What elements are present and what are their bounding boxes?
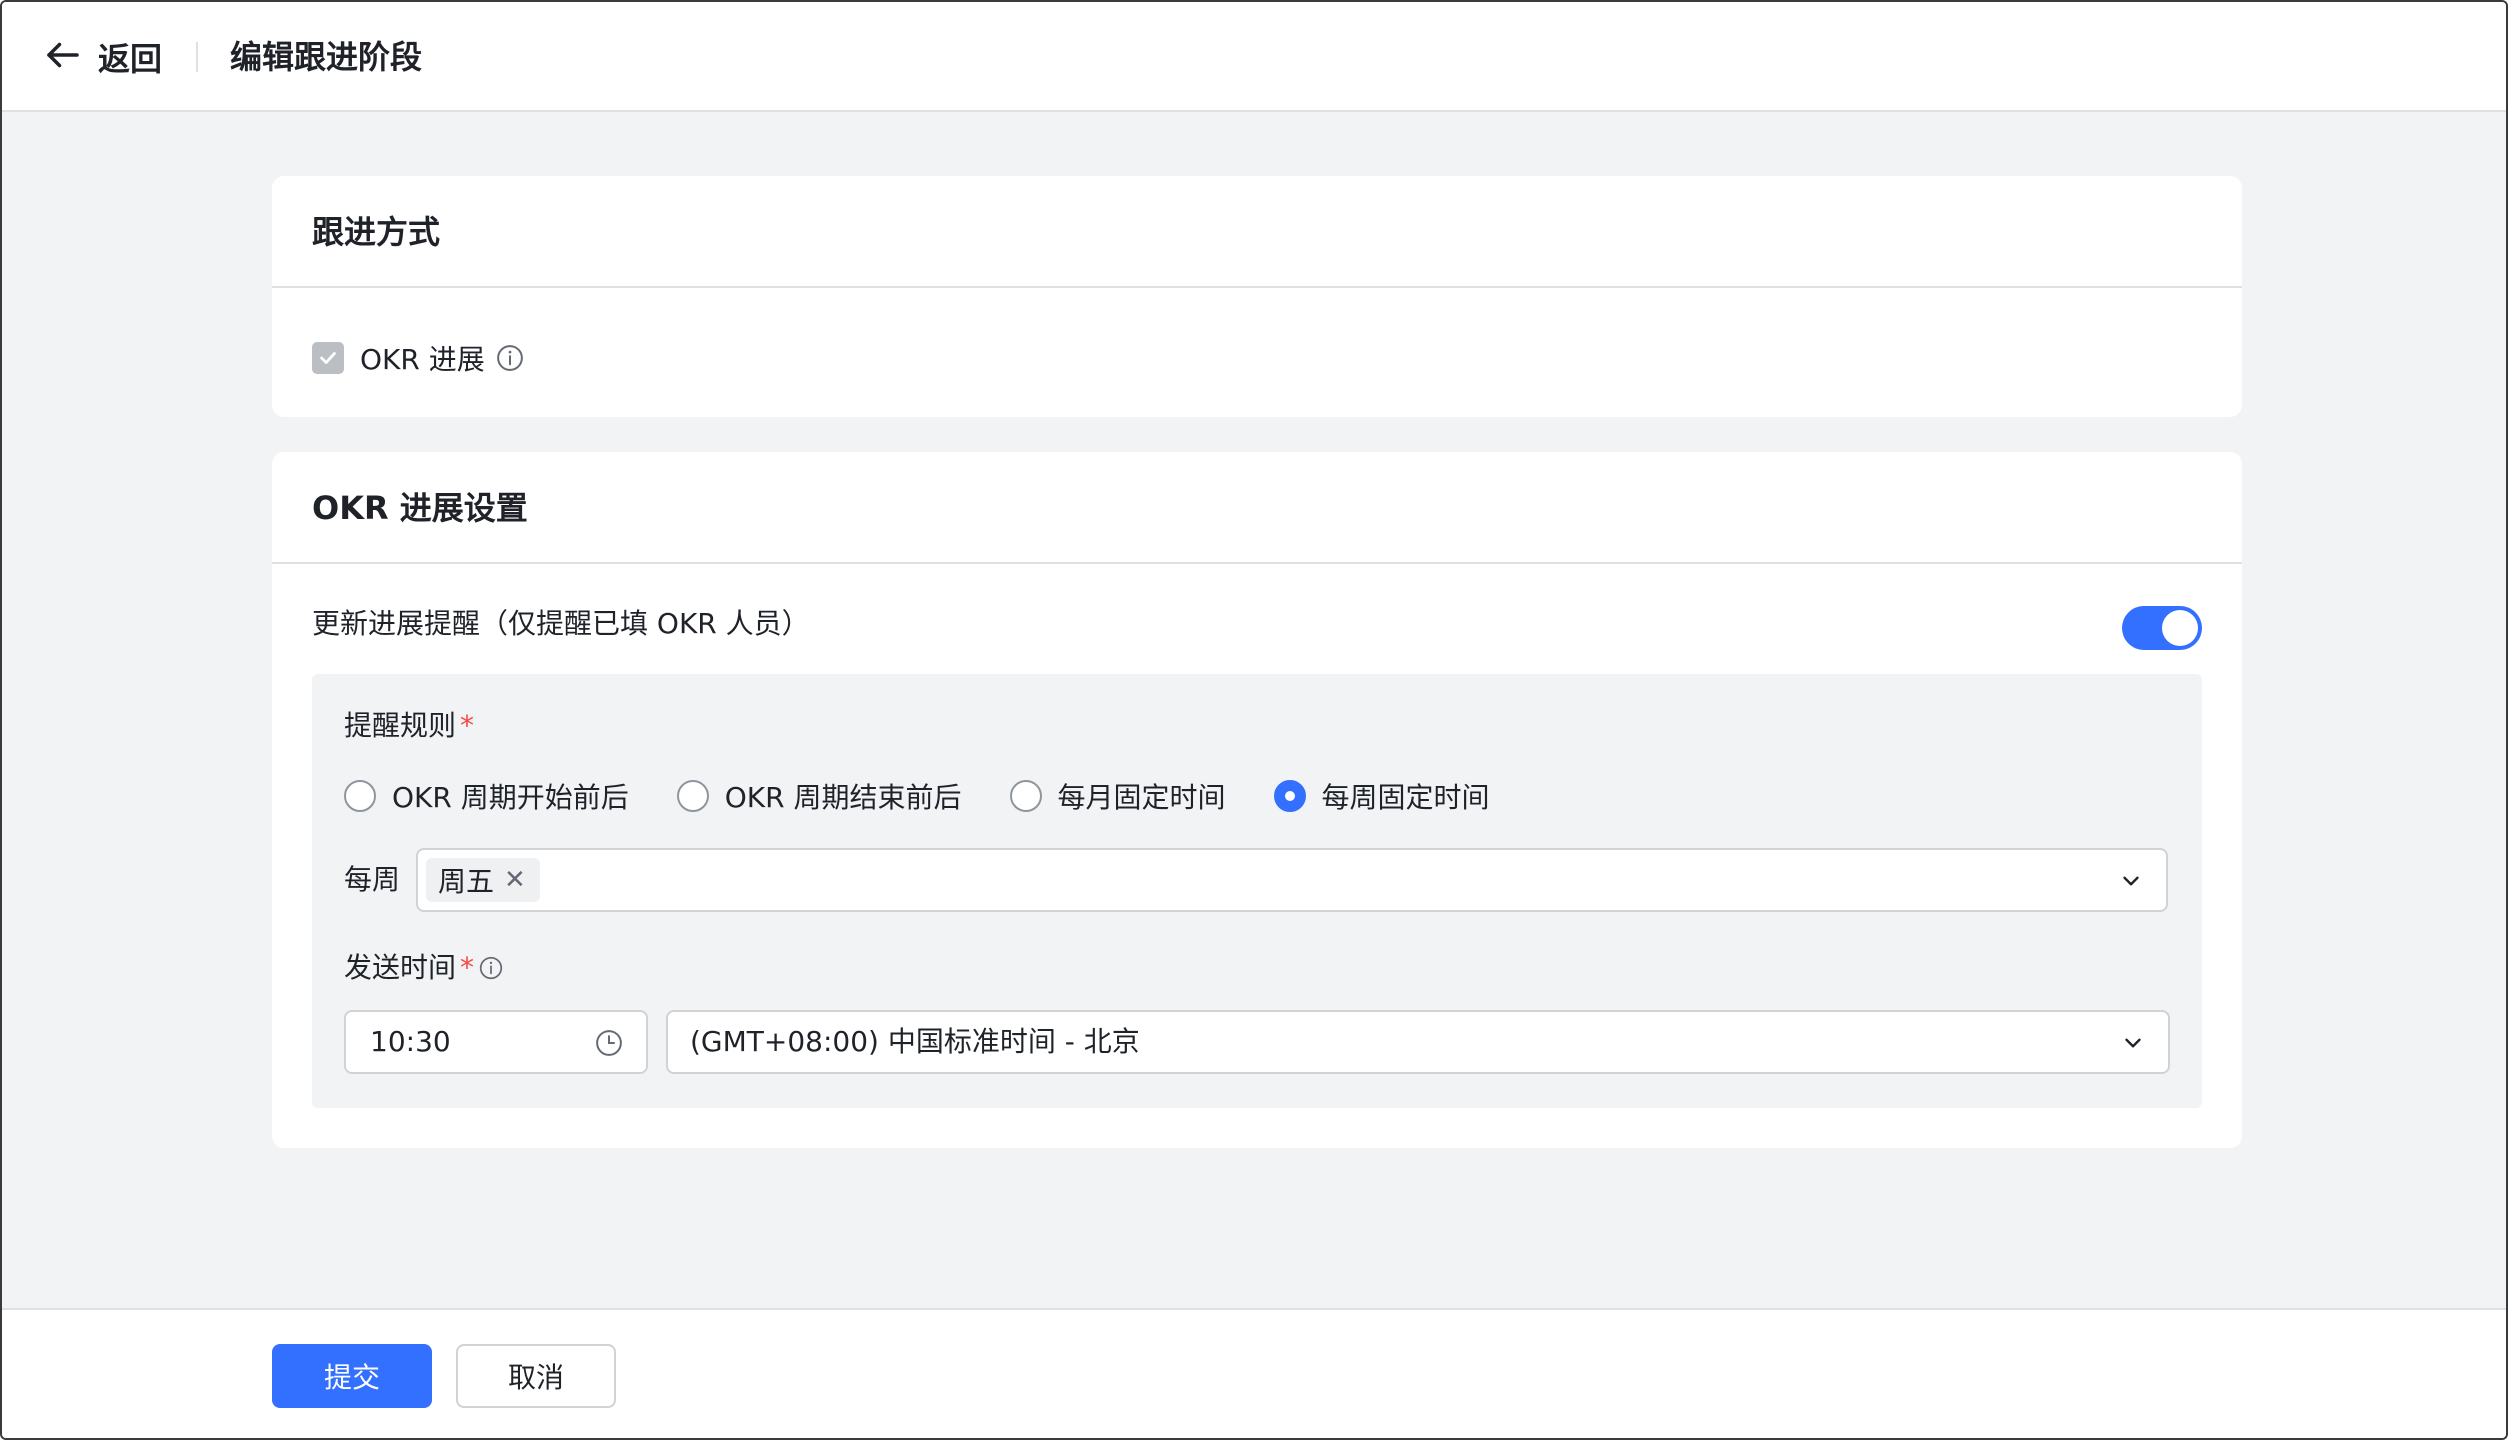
okr-progress-checkbox-label: OKR 进展 <box>360 343 485 376</box>
radio-monthly-fixed[interactable]: 每月固定时间 <box>1009 776 1226 816</box>
reminder-label: 更新进展提醒（仅提醒已填 OKR 人员） <box>312 607 810 640</box>
required-mark: * <box>460 951 475 984</box>
radio-label: 每周固定时间 <box>1321 781 1490 814</box>
radio-circle <box>344 780 376 812</box>
header-divider <box>196 42 198 72</box>
progress-settings-card-header: OKR 进展设置 <box>272 452 2242 564</box>
radio-circle <box>676 780 709 812</box>
timezone-value: (GMT+08:00) 中国标准时间 - 北京 <box>690 1025 1140 1058</box>
radio-okr-cycle-start[interactable]: OKR 周期开始前后 <box>344 776 629 816</box>
back-button[interactable]: 返回 <box>42 33 162 81</box>
progress-settings-card: OKR 进展设置 更新进展提醒（仅提醒已填 OKR 人员） 提醒规则 * OKR … <box>272 452 2242 1148</box>
follow-method-card: 跟进方式 OKR 进展 <box>272 176 2242 417</box>
radio-label: OKR 周期结束前后 <box>724 781 962 814</box>
page-header: 返回 编辑跟进阶段 <box>2 2 2506 112</box>
radio-circle-checked <box>1273 780 1306 812</box>
weekday-select[interactable]: 周五 ✕ <box>416 848 2168 912</box>
page-title: 编辑跟进阶段 <box>230 38 423 76</box>
rule-field-label: 提醒规则 * <box>344 706 474 746</box>
info-icon[interactable] <box>478 955 504 981</box>
page-footer: 提交 取消 <box>2 1308 2506 1438</box>
weekday-tag: 周五 ✕ <box>426 858 540 902</box>
send-time-field-label: 发送时间 * <box>344 948 504 988</box>
reminder-toggle[interactable] <box>2122 606 2202 650</box>
check-icon <box>320 352 336 364</box>
radio-okr-cycle-end[interactable]: OKR 周期结束前后 <box>676 776 962 816</box>
radio-label: OKR 周期开始前后 <box>392 781 629 814</box>
okr-progress-checkbox-row: OKR 进展 <box>312 336 525 380</box>
send-time-value: 10:30 <box>370 1025 451 1058</box>
weekly-label: 每周 <box>344 863 401 896</box>
chevron-down-icon <box>2125 1038 2141 1048</box>
progress-settings-title: OKR 进展设置 <box>312 489 528 527</box>
radio-weekly-fixed[interactable]: 每周固定时间 <box>1273 776 1490 816</box>
toggle-knob <box>2162 610 2198 646</box>
radio-circle <box>1009 780 1042 812</box>
follow-method-card-header: 跟进方式 <box>272 176 2242 288</box>
arrow-left-icon <box>42 34 84 80</box>
radio-label: 每月固定时间 <box>1057 781 1226 814</box>
chevron-down-icon <box>2123 876 2139 886</box>
required-mark: * <box>460 709 475 742</box>
okr-progress-checkbox[interactable] <box>312 342 344 374</box>
reminder-rule-panel: 提醒规则 * OKR 周期开始前后 OKR 周期结束前后 每月固定时间 每周固定… <box>312 674 2202 1108</box>
back-label: 返回 <box>98 40 163 78</box>
close-icon[interactable]: ✕ <box>504 865 526 895</box>
cancel-button[interactable]: 取消 <box>456 1344 616 1408</box>
app-window: 返回 编辑跟进阶段 跟进方式 OKR 进展 OKR 进展设置 更新进展提醒（仅提… <box>0 0 2508 1440</box>
info-icon[interactable] <box>495 343 525 373</box>
rule-label-text: 提醒规则 <box>344 709 457 742</box>
weekday-tag-label: 周五 <box>438 865 495 898</box>
timezone-select[interactable]: (GMT+08:00) 中国标准时间 - 北京 <box>666 1010 2170 1074</box>
rule-radio-group: OKR 周期开始前后 OKR 周期结束前后 每月固定时间 每周固定时间 <box>344 774 1538 818</box>
follow-method-title: 跟进方式 <box>312 213 441 251</box>
send-time-label-text: 发送时间 <box>344 951 457 984</box>
send-time-input[interactable]: 10:30 <box>344 1010 648 1074</box>
clock-icon <box>596 1030 622 1056</box>
submit-button[interactable]: 提交 <box>272 1344 432 1408</box>
